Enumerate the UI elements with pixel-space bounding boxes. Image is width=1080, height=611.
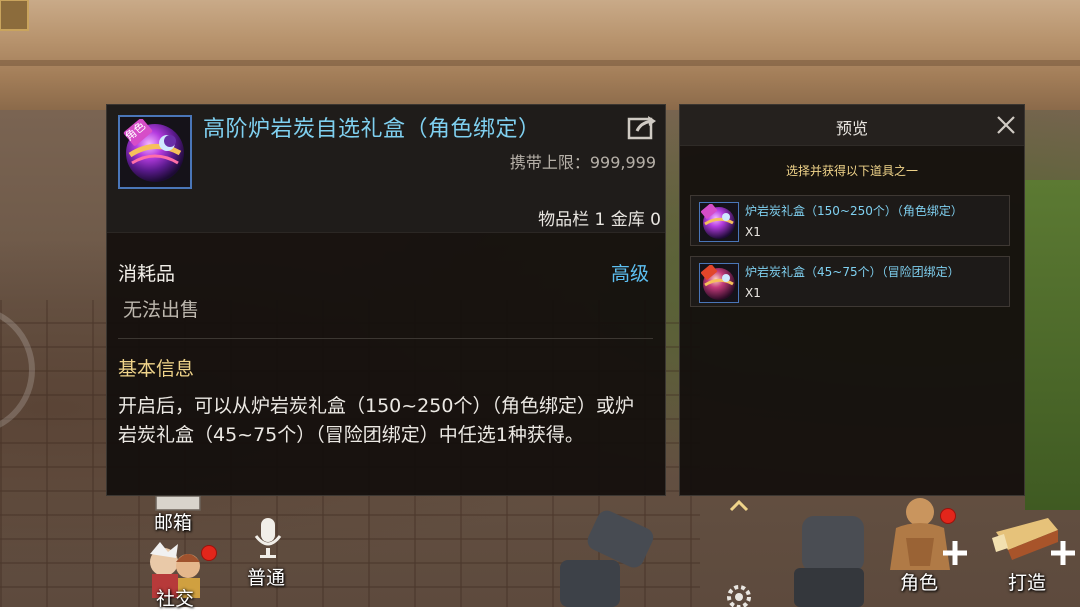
chevron-up-icon[interactable]: [728, 497, 750, 513]
gift-orb-icon: [701, 204, 735, 239]
preview-panel: 预览 选择并获得以下道具之一 炉岩炭礼盒（150~250个）（角色绑定） X1 …: [679, 104, 1025, 496]
preview-option[interactable]: 炉岩炭礼盒（150~250个）（角色绑定） X1: [690, 195, 1010, 246]
plus-icon[interactable]: [940, 538, 970, 568]
rock-decoration: [560, 510, 654, 607]
voice-channel-label[interactable]: 普通: [247, 563, 285, 590]
background-wall: [0, 0, 1080, 110]
item-icon: 角色: [118, 115, 192, 189]
craft-label[interactable]: 打造: [1008, 568, 1046, 595]
microphone-icon[interactable]: [252, 516, 284, 560]
item-description: 开启后，可以从炉岩炭礼盒（150~250个）（角色绑定）或炉岩炭礼盒（45~75…: [118, 395, 634, 446]
corner-ornament: [0, 0, 29, 31]
social-notification-dot: [201, 545, 217, 561]
mailbox-label[interactable]: 邮箱: [154, 508, 192, 535]
carry-limit: 携带上限：999,999: [509, 153, 656, 172]
share-icon[interactable]: [627, 113, 659, 141]
option-quantity: X1: [745, 225, 761, 239]
character-notification-dot: [940, 508, 956, 524]
option-quantity: X1: [745, 286, 761, 300]
preview-option[interactable]: 炉岩炭礼盒（45~75个）（冒险团绑定） X1: [690, 256, 1010, 307]
section-divider: [118, 338, 653, 339]
rock-decoration: [794, 516, 864, 607]
gift-orb-icon: [701, 265, 735, 300]
plus-icon[interactable]: [1048, 538, 1078, 568]
item-title: 高阶炉岩炭自选礼盒（角色绑定）: [203, 117, 541, 142]
character-label[interactable]: 角色: [900, 568, 938, 595]
joystick-ring[interactable]: [0, 290, 40, 450]
gear-icon[interactable]: [724, 582, 754, 607]
basic-info-title: 基本信息: [118, 358, 195, 380]
preview-subtitle: 选择并获得以下道具之一: [785, 164, 918, 178]
preview-title: 预览: [835, 119, 868, 138]
inventory-counts: 物品栏 1 金库 0: [538, 210, 661, 230]
sell-status: 无法出售: [123, 299, 200, 321]
option-name: 炉岩炭礼盒（45~75个）（冒险团绑定）: [745, 265, 960, 279]
item-detail-header: 角色 高阶炉岩炭自选礼盒（角色绑定） 携带上限：999,999 物品栏 1 金库…: [107, 105, 665, 233]
item-detail-panel: 角色 高阶炉岩炭自选礼盒（角色绑定） 携带上限：999,999 物品栏 1 金库…: [106, 104, 666, 496]
option-icon: [699, 263, 739, 303]
close-icon[interactable]: [995, 114, 1017, 136]
option-icon: [699, 202, 739, 242]
item-category: 消耗品: [118, 263, 176, 285]
option-name: 炉岩炭礼盒（150~250个）（角色绑定）: [745, 204, 963, 218]
preview-header: 预览: [680, 105, 1024, 146]
background-grass: [1025, 180, 1080, 510]
item-grade: 高级: [610, 263, 649, 285]
